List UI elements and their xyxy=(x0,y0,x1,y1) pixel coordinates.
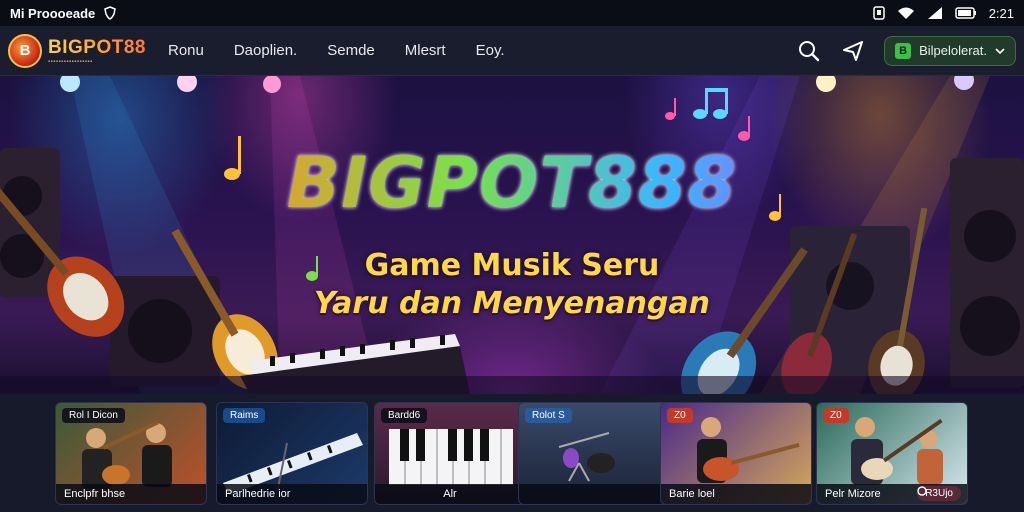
nav-link-5[interactable]: Eoy. xyxy=(476,42,505,59)
tile-caption xyxy=(519,484,669,504)
status-bar: Mi Proooeade 2:21 xyxy=(0,0,1024,26)
nav-link-3[interactable]: Semde xyxy=(327,42,375,59)
tile-tag: Raims xyxy=(223,408,266,423)
search-icon xyxy=(799,40,820,61)
game-tile[interactable]: Rol I Dicon Enclpfr bhse xyxy=(55,402,207,505)
tile-badge-label: R3Ujo xyxy=(925,488,953,499)
tile-badge[interactable]: R3Ujo xyxy=(917,486,961,501)
logo[interactable]: B BIGPOT88 ▪▪▪▪▪▪▪▪▪▪▪▪▪▪▪▪▪ xyxy=(8,33,146,68)
chevron-down-icon xyxy=(995,47,1005,54)
game-tile[interactable]: Bardd6 Alr xyxy=(374,402,526,505)
game-tiles: Rol I Dicon Enclpfr bhse Raims Parlhedri… xyxy=(0,394,1024,512)
hero-illustration xyxy=(0,76,1024,394)
notification-icon xyxy=(872,6,885,20)
share-button[interactable] xyxy=(840,38,866,64)
logo-text: BIGPOT88 xyxy=(48,36,146,58)
cta-icon: B xyxy=(895,42,912,59)
shield-icon xyxy=(104,6,117,20)
nav-right: B Bilpelolerat. xyxy=(796,35,1016,66)
logo-badge-icon: B xyxy=(8,33,42,68)
tile-caption: Parlhedrie ior xyxy=(217,484,367,504)
logo-tagline: ▪▪▪▪▪▪▪▪▪▪▪▪▪▪▪▪▪ xyxy=(48,58,93,65)
tile-caption: Alr xyxy=(375,484,525,504)
tile-tag: Z0 xyxy=(667,408,693,423)
top-nav: B BIGPOT88 ▪▪▪▪▪▪▪▪▪▪▪▪▪▪▪▪▪ Ronu Daopli… xyxy=(0,26,1024,76)
game-tile[interactable]: Rolot S xyxy=(518,402,670,505)
cta-label: Bilpelolerat. xyxy=(919,43,987,58)
nav-links: Ronu Daoplien. Semde Mlesrt Eoy. xyxy=(168,42,505,59)
nav-link-1[interactable]: Ronu xyxy=(168,42,204,59)
tile-tag: Bardd6 xyxy=(381,408,428,423)
nav-link-4[interactable]: Mlesrt xyxy=(405,42,446,59)
status-app-text: Mi Proooeade xyxy=(10,5,96,21)
tile-tag: Rolot S xyxy=(525,408,572,423)
send-icon xyxy=(843,40,864,61)
search-button[interactable] xyxy=(796,38,822,64)
game-tile[interactable]: Raims Parlhedrie ior xyxy=(216,402,368,505)
tile-caption: Barie loel xyxy=(661,484,811,504)
status-time: 2:21 xyxy=(988,5,1014,21)
wifi-icon xyxy=(897,7,914,19)
battery-icon xyxy=(954,7,976,19)
tile-tag: Z0 xyxy=(823,408,849,423)
hero-title: BIGPOT888 xyxy=(0,142,1024,224)
game-tile[interactable]: Z0 Pelr Mizore R3Ujo xyxy=(816,402,968,505)
tile-tag: Rol I Dicon xyxy=(62,408,125,423)
hero-subtitle-line1: Game Musik Seru xyxy=(364,248,660,283)
game-tile[interactable]: Z0 Barie loel xyxy=(660,402,812,505)
hero-subtitle-line2: Yaru dan Menyenangan xyxy=(313,286,711,321)
signal-icon xyxy=(927,7,942,19)
nav-link-2[interactable]: Daoplien. xyxy=(234,42,297,59)
record-icon xyxy=(917,486,927,496)
cta-button[interactable]: B Bilpelolerat. xyxy=(884,35,1016,66)
status-left: Mi Proooeade xyxy=(10,6,117,21)
status-right: 2:21 xyxy=(872,5,1014,21)
hero-banner[interactable]: BIGPOT888 Game Musik Seru Yaru dan Menye… xyxy=(0,76,1024,394)
tile-caption: Enclpfr bhse xyxy=(56,484,206,504)
